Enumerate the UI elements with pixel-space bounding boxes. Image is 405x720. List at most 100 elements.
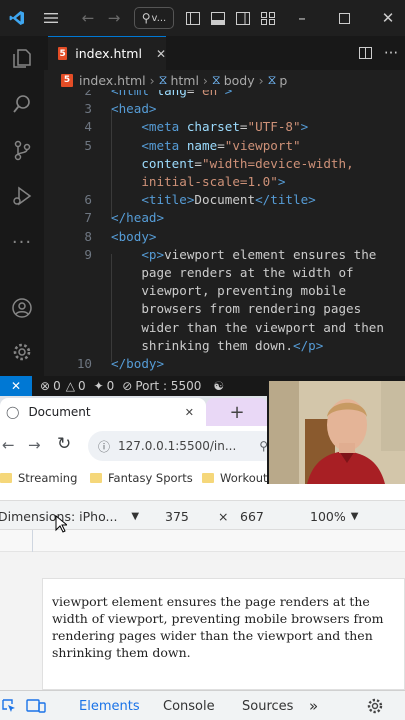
reload-button[interactable]: ↻ <box>57 434 71 454</box>
url-text: 127.0.0.1:5500/in... <box>118 439 237 453</box>
dropdown-arrow-icon: ▼ <box>350 510 359 522</box>
device-select[interactable]: Dimensions: iPho... ▼ <box>0 501 139 531</box>
editor-tab-bar: 5 index.html ✕ ··· <box>44 36 405 70</box>
close-browser-tab-icon[interactable]: ✕ <box>185 406 194 419</box>
zoom-value: 100% <box>310 508 346 524</box>
line-number: 7 <box>84 210 92 226</box>
problems-indicator[interactable]: ⊗ 0 △ 0 <box>40 379 86 393</box>
address-bar[interactable]: ⓘ 127.0.0.1:5500/in... ⚲ <box>88 431 278 461</box>
breadcrumb-html[interactable]: html <box>170 73 198 88</box>
close-window-icon[interactable]: ✕ <box>376 0 400 36</box>
breadcrumb-file[interactable]: index.html <box>79 73 146 88</box>
width-value: 375 <box>165 508 189 524</box>
code-line: page renders at the width of <box>111 265 353 280</box>
code-token: > <box>277 174 286 189</box>
search-view-icon[interactable] <box>0 82 44 126</box>
bookmark-workout[interactable]: Workout <box>202 471 268 485</box>
code-token: </p> <box>292 337 324 353</box>
info-indicator[interactable]: ✦ 0 <box>94 379 115 393</box>
code-token: <head> <box>111 101 157 117</box>
customize-layout-icon[interactable] <box>258 0 278 36</box>
source-control-icon[interactable] <box>0 128 44 172</box>
viewport-width-input[interactable]: 375 <box>165 501 189 531</box>
device-toolbar-toggle-icon[interactable] <box>26 691 46 720</box>
run-and-debug-icon[interactable] <box>0 174 44 218</box>
code-token: <title> <box>141 192 195 208</box>
emulated-viewport: viewport element ensures the page render… <box>0 552 405 690</box>
ruler-divider <box>32 530 33 552</box>
manage-gear-icon[interactable] <box>0 330 44 374</box>
copilot-icon[interactable]: ☯ <box>213 379 224 393</box>
breadcrumb: 5 index.html › ⧖ html › ⧖ body › ⧖ p <box>44 70 405 90</box>
toggle-secondary-sidebar-icon[interactable] <box>233 0 253 36</box>
bookmark-streaming[interactable]: Streaming <box>0 471 77 485</box>
globe-icon: ◯ <box>6 405 20 419</box>
code-line: content="width=device-width, <box>111 155 354 171</box>
inspect-element-icon[interactable] <box>2 691 16 720</box>
editor-more-actions-icon[interactable]: ··· <box>380 36 402 70</box>
viewport-height-input[interactable]: 667 <box>240 501 264 531</box>
code-token: > <box>300 119 309 135</box>
code-line: <head> <box>111 101 157 116</box>
menu-icon[interactable] <box>38 0 64 36</box>
split-editor-icon[interactable] <box>354 36 376 70</box>
folder-icon <box>90 473 102 483</box>
code-token: viewport, preventing mobile <box>111 283 347 299</box>
back-arrow-icon[interactable]: ← <box>78 0 98 36</box>
line-number: 8 <box>84 228 92 244</box>
close-tab-icon[interactable]: ✕ <box>156 47 166 61</box>
bookmark-fantasy-sports[interactable]: Fantasy Sports <box>90 471 193 485</box>
explorer-icon[interactable] <box>0 36 44 80</box>
remote-indicator-icon[interactable]: ✕ <box>0 376 32 396</box>
code-token: content <box>141 155 195 171</box>
code-token: viewport element ensures the <box>164 246 377 262</box>
search-icon: ⚲ <box>141 11 151 25</box>
more-tabs-chevron-icon[interactable]: » <box>309 691 318 720</box>
new-tab-button[interactable]: + <box>206 398 268 426</box>
toggle-primary-sidebar-icon[interactable] <box>183 0 203 36</box>
broadcast-icon: ✦ <box>93 379 104 393</box>
port-label: Port : 5500 <box>135 379 202 393</box>
dropdown-arrow-icon: ▼ <box>131 510 140 522</box>
code-token: wider than the viewport and then <box>111 319 384 335</box>
tab-label: Sources <box>242 698 294 714</box>
line-number: 4 <box>84 119 92 135</box>
paragraph-text: viewport element ensures the page render… <box>52 594 384 660</box>
code-token: "viewport" <box>224 137 301 153</box>
forward-button[interactable]: → <box>28 436 41 454</box>
minimize-icon[interactable]: – <box>290 0 314 36</box>
breadcrumb-p[interactable]: p <box>279 73 287 88</box>
toggle-panel-icon[interactable] <box>208 0 228 36</box>
zoom-select[interactable]: 100% ▼ <box>310 501 358 531</box>
devtools-settings-gear-icon[interactable] <box>366 691 384 720</box>
tab-label: index.html <box>75 46 142 61</box>
browser-tab-document[interactable]: ◯ Document ✕ <box>0 398 206 426</box>
line-number: 5 <box>84 137 92 153</box>
code-editor[interactable]: 2 <html lang="en"> 3 <head> 4 <meta charset=… <box>44 90 405 376</box>
breadcrumb-body[interactable]: body <box>224 73 255 88</box>
back-button[interactable]: ← <box>2 436 15 454</box>
devtools-tab-elements[interactable]: Elements <box>79 691 140 720</box>
info-count: 0 <box>106 379 115 393</box>
more-views-icon[interactable]: ··· <box>0 220 44 264</box>
times-sign: × <box>218 508 229 524</box>
devtools-tab-sources[interactable]: Sources <box>242 691 293 720</box>
accounts-icon[interactable] <box>0 286 44 330</box>
forward-arrow-icon[interactable]: → <box>104 0 124 36</box>
code-token: "width=device-width, <box>202 155 354 171</box>
code-line: </body> <box>111 356 164 371</box>
editor-tab-index-html[interactable]: 5 index.html ✕ <box>48 36 166 70</box>
code-token: = <box>194 155 203 171</box>
error-count: 0 <box>53 379 61 393</box>
no-entry-icon: ⊘ <box>122 379 133 393</box>
code-token: <html <box>111 90 157 98</box>
devtools-tab-console[interactable]: Console <box>163 691 215 720</box>
code-token: </body> <box>111 356 165 371</box>
live-server-port[interactable]: ⊘ Port : 5500 <box>122 379 201 393</box>
code-line: initial-scale=1.0"> <box>111 174 285 189</box>
command-center-search[interactable]: ⚲ v... <box>134 7 174 29</box>
breadcrumb-chevron-icon: › <box>202 72 208 88</box>
maximize-icon[interactable] <box>332 0 356 36</box>
